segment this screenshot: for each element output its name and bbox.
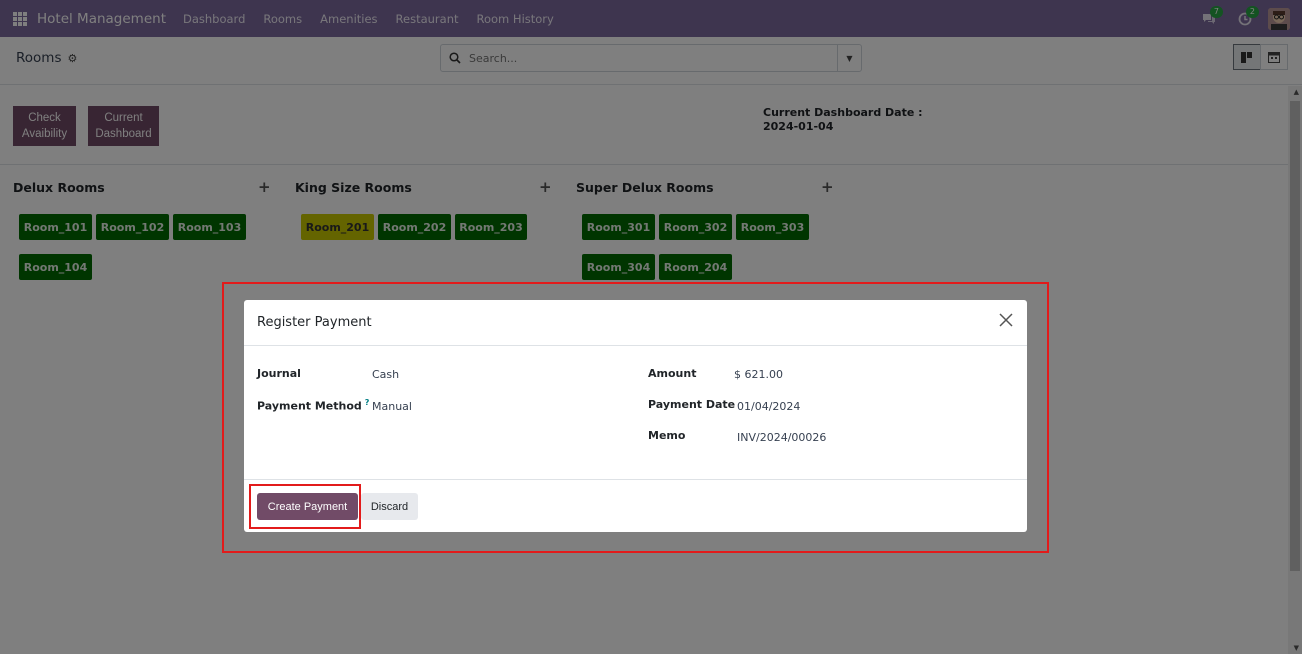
help-tooltip-icon[interactable]: ? bbox=[365, 398, 370, 407]
highlight-frame-create-button bbox=[249, 484, 361, 529]
journal-field[interactable]: Cash bbox=[372, 368, 399, 381]
memo-field[interactable]: INV/2024/00026 bbox=[737, 431, 826, 444]
journal-label: Journal bbox=[257, 367, 301, 380]
close-icon[interactable] bbox=[997, 313, 1015, 331]
payment-method-label: Payment Method? bbox=[257, 398, 370, 413]
dialog-footer: Create Payment Discard bbox=[244, 479, 1027, 532]
memo-label: Memo bbox=[648, 429, 686, 442]
payment-method-field[interactable]: Manual bbox=[372, 400, 412, 413]
amount-label: Amount bbox=[648, 367, 697, 380]
dialog-title: Register Payment bbox=[257, 315, 372, 330]
discard-button[interactable]: Discard bbox=[361, 493, 418, 520]
register-payment-dialog: Register Payment Journal Cash Payment Me… bbox=[244, 300, 1027, 532]
payment-date-field[interactable]: 01/04/2024 bbox=[737, 400, 800, 413]
amount-field[interactable]: $ 621.00 bbox=[734, 368, 783, 381]
payment-date-label: Payment Date bbox=[648, 398, 736, 411]
dialog-header: Register Payment bbox=[244, 300, 1027, 346]
